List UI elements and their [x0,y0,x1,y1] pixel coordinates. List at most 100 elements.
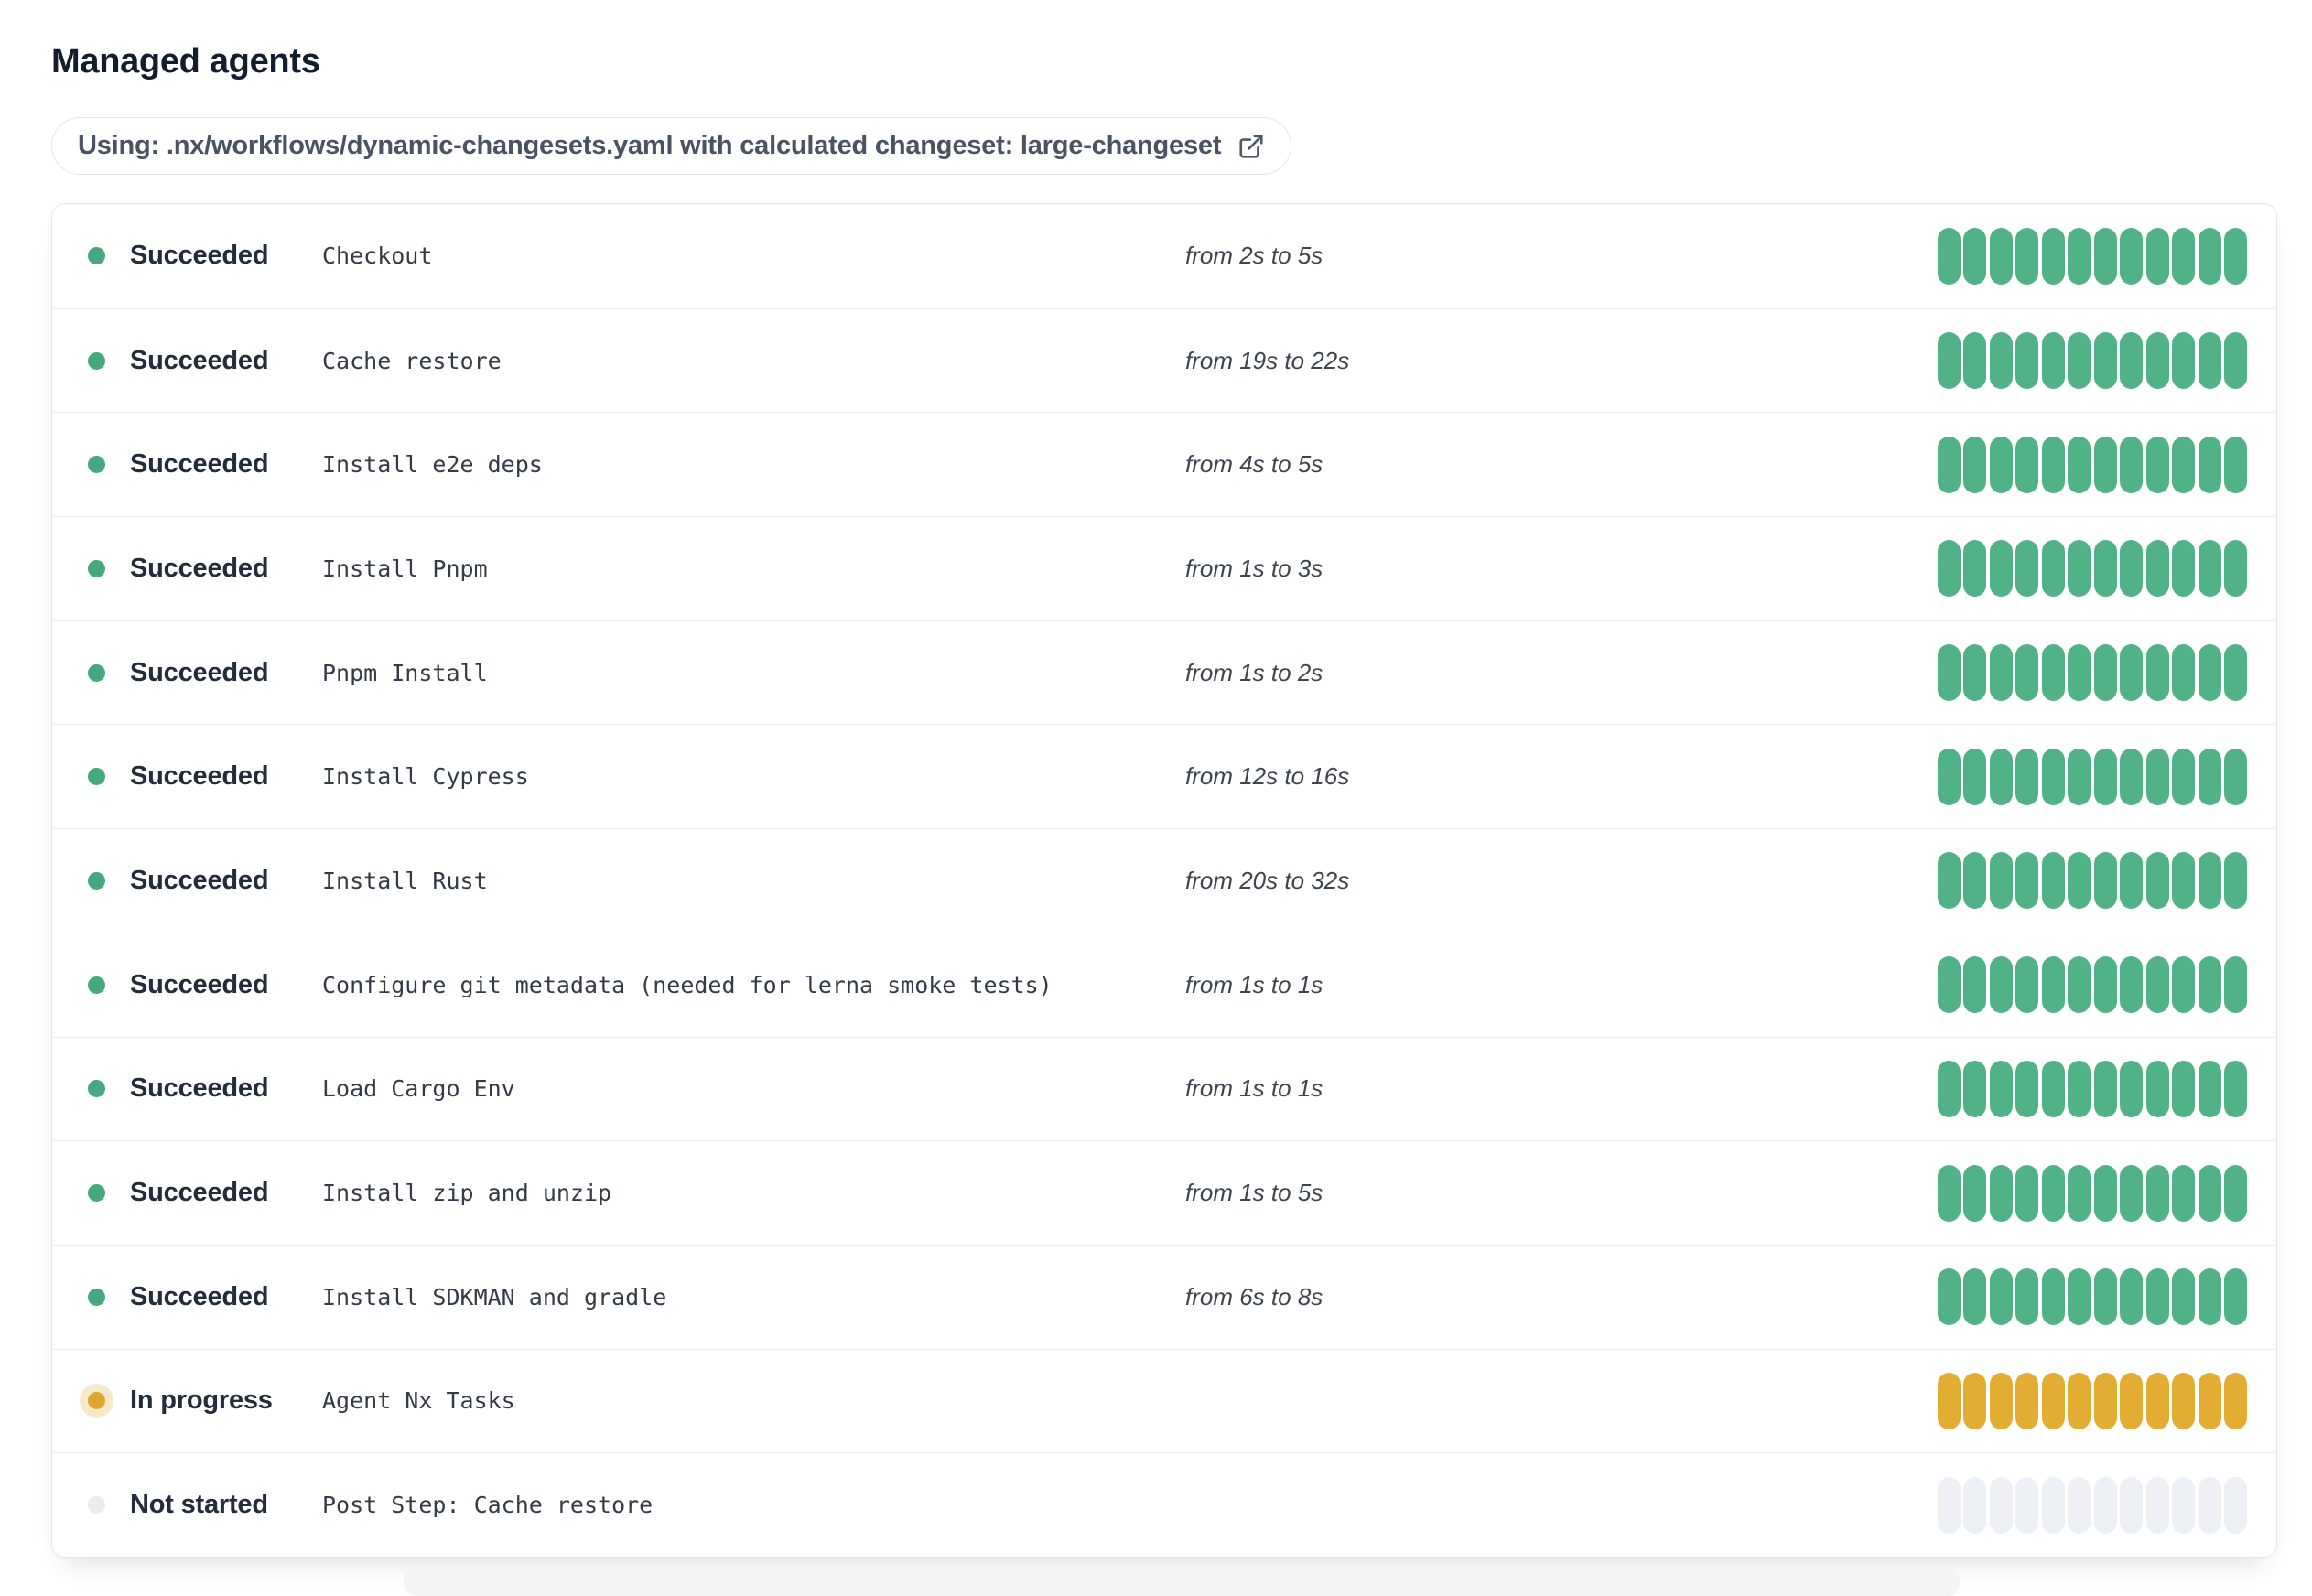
progress-segment [2068,436,2091,493]
status-dot-in-progress-icon [88,1392,105,1410]
progress-segment [1963,1060,1986,1117]
progress-segment [2224,1164,2247,1222]
progress-segment [2015,644,2038,702]
progress-segment [2172,1372,2195,1429]
progress-segment [2198,1164,2221,1222]
agent-step-row[interactable]: Succeeded Install SDKMAN and gradle from… [52,1244,2276,1349]
status-dot-succeeded-icon [88,559,105,577]
progress-segment [2015,748,2038,805]
agent-step-row[interactable]: Succeeded Install Cypress from 12s to 16… [52,724,2276,829]
progress-segment [2015,1476,2038,1534]
progress-segment [2145,1268,2169,1326]
progress-segment [1963,1268,1986,1326]
progress-segment [2224,227,2247,285]
progress-segment [2120,540,2143,598]
duration-range: from 1s to 5s [1185,1179,1323,1207]
progress-segment [2224,748,2247,805]
progress-segment [1963,852,1986,910]
progress-segment [2015,1164,2038,1222]
agent-step-row[interactable]: Succeeded Cache restore from 19s to 22s [52,307,2276,413]
progress-segment [2015,540,2038,598]
progress-segment [1937,1268,1961,1326]
progress-segment [2015,1060,2038,1117]
progress-segment [2041,227,2065,285]
progress-segments [1937,1060,2247,1117]
duration-range: from 1s to 1s [1185,1074,1323,1103]
progress-segment [2093,540,2117,598]
progress-segment [1963,1476,1986,1534]
progress-segment [2172,956,2195,1014]
agent-step-row[interactable]: Succeeded Configure git metadata (needed… [52,932,2276,1037]
workflow-badge[interactable]: Using: .nx/workflows/dynamic-changesets.… [51,117,1292,175]
progress-segments [1937,748,2247,805]
progress-segment [2198,644,2221,702]
status-label: Succeeded [130,345,269,375]
agent-step-row[interactable]: Succeeded Checkout from 2s to 5s [52,204,2276,308]
progress-segment [2224,956,2247,1014]
progress-segment [2041,748,2065,805]
status-dot-succeeded-icon [88,1080,105,1098]
status-label: Not started [130,1490,268,1520]
status-cell: Succeeded [88,346,322,376]
progress-segment [2145,644,2169,702]
step-name: Install e2e deps [322,451,543,479]
progress-segment [2120,1268,2143,1326]
progress-segment [1937,1372,1961,1429]
progress-segment [2198,1476,2221,1534]
progress-segment [2198,956,2221,1014]
progress-segment [1937,1060,1961,1117]
agent-step-row[interactable]: Succeeded Install Pnpm from 1s to 3s [52,516,2276,620]
progress-segment [2093,227,2117,285]
progress-segment [2068,540,2091,598]
progress-segment [2172,748,2195,805]
progress-segments [1937,1268,2247,1326]
duration-range: from 6s to 8s [1185,1282,1323,1310]
agent-step-row[interactable]: Succeeded Install zip and unzip from 1s … [52,1140,2276,1245]
agent-step-row[interactable]: Succeeded Pnpm Install from 1s to 2s [52,620,2276,725]
progress-segment [1937,748,1961,805]
progress-segment [2145,1164,2169,1222]
agent-step-row[interactable]: In progress Agent Nx Tasks [52,1348,2276,1453]
progress-segment [2198,436,2221,493]
progress-segment [2041,436,2065,493]
progress-segment [2093,1372,2117,1429]
progress-segment [2224,540,2247,598]
agent-step-row[interactable]: Succeeded Load Cargo Env from 1s to 1s [52,1036,2276,1141]
progress-segment [1963,644,1986,702]
progress-segment [2041,1164,2065,1222]
progress-segment [1937,1164,1961,1222]
agent-step-row[interactable]: Succeeded Install Rust from 20s to 32s [52,828,2276,933]
progress-segment [2120,1060,2143,1117]
progress-segment [2198,540,2221,598]
progress-segment [2068,227,2091,285]
agent-step-row[interactable]: Succeeded Install e2e deps from 4s to 5s [52,412,2276,517]
step-name: Install Pnpm [322,555,488,582]
progress-segment [1989,852,2013,910]
progress-segment [2198,227,2221,285]
status-cell: Succeeded [88,866,322,896]
status-dot-succeeded-icon [88,871,105,890]
progress-segment [2093,436,2117,493]
progress-segment [2120,332,2143,390]
progress-segment [2198,1372,2221,1429]
progress-segment [2041,852,2065,910]
progress-segment [2145,852,2169,910]
progress-segment [1937,227,1961,285]
progress-segment [2198,852,2221,910]
progress-segments [1937,956,2247,1014]
progress-segment [2172,1268,2195,1326]
progress-segment [2093,1268,2117,1326]
status-label: Succeeded [130,1178,269,1208]
progress-segments [1937,1476,2247,1534]
progress-segment [2093,956,2117,1014]
status-dot-not-started-icon [88,1496,105,1515]
progress-segment [2041,1476,2065,1534]
progress-segment [2015,332,2038,390]
agent-step-row[interactable]: Not started Post Step: Cache restore [52,1452,2276,1557]
progress-segment [2120,748,2143,805]
progress-segment [2198,1060,2221,1117]
status-cell: Succeeded [88,449,322,480]
progress-segment [1937,1476,1961,1534]
progress-segment [2198,1268,2221,1326]
progress-segment [2015,1268,2038,1326]
